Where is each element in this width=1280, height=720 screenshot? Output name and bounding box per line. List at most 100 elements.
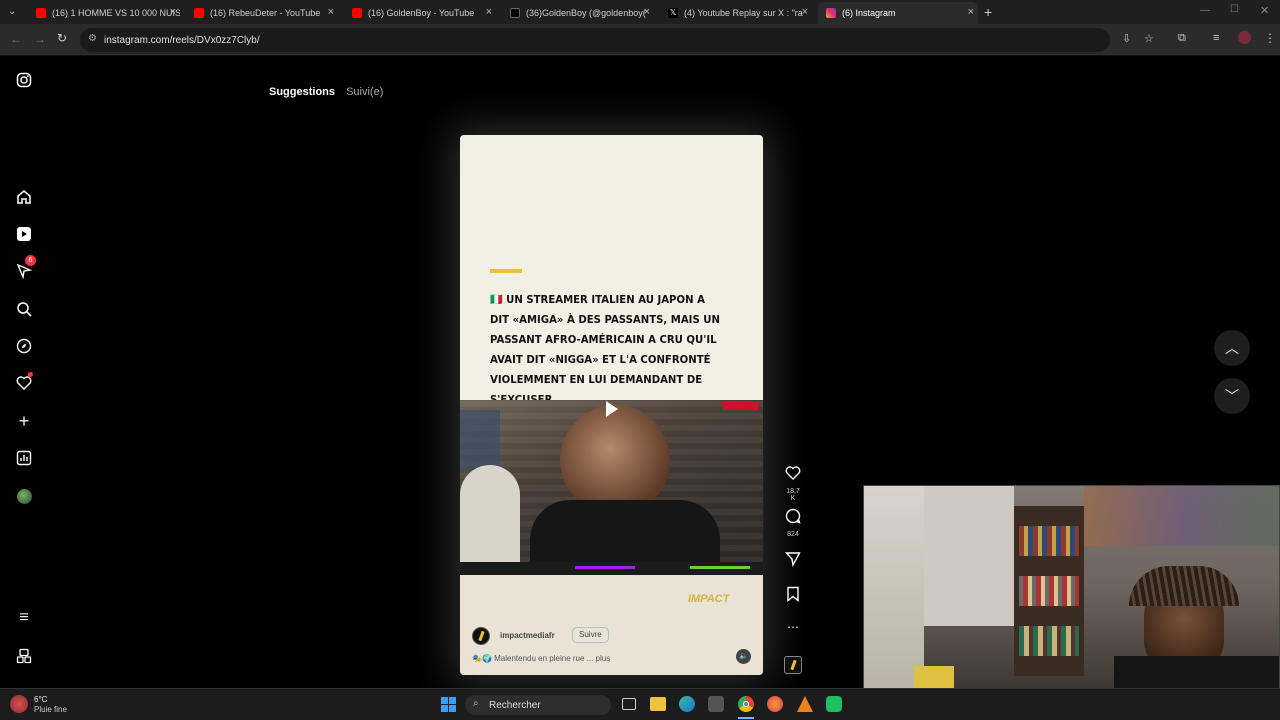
close-icon[interactable]: × xyxy=(968,6,974,18)
messages-icon[interactable]: 6 xyxy=(14,255,36,281)
streamer-head xyxy=(560,405,670,515)
search-label: Rechercher xyxy=(489,699,541,711)
instagram-logo-icon[interactable] xyxy=(14,70,34,90)
profile-avatar-icon[interactable] xyxy=(14,486,34,506)
extensions-icon[interactable]: ⧉ xyxy=(1178,32,1186,45)
curtain xyxy=(924,486,1014,626)
reel-caption[interactable]: 🎭🌍 Malentendu en pleine rue ... plus xyxy=(472,654,610,663)
comment-icon xyxy=(785,508,801,524)
home-icon[interactable] xyxy=(14,187,34,207)
instagram-icon xyxy=(826,8,836,18)
chrome-icon[interactable] xyxy=(738,696,754,712)
account-avatar[interactable] xyxy=(472,627,490,645)
tab-following[interactable]: Suivi(e) xyxy=(346,86,383,98)
url-text: instagram.com/reels/DVx0zz7Clyb/ xyxy=(104,34,260,46)
weather-description: Pluie fine xyxy=(34,705,67,714)
audio-thumbnail[interactable] xyxy=(783,656,803,674)
tab-title: (16) RebeuDeter - YouTube xyxy=(210,8,321,18)
tab-title: (6) Instagram xyxy=(842,8,896,18)
more-menu-icon[interactable]: ⋮ xyxy=(1264,31,1276,45)
meta-apps-icon[interactable] xyxy=(14,646,34,666)
wall-posters xyxy=(1084,486,1279,546)
dashboard-icon[interactable] xyxy=(14,448,34,468)
firefox-icon[interactable] xyxy=(767,696,783,712)
reels-icon[interactable] xyxy=(14,224,34,244)
taskbar-search[interactable]: ⌕ Rechercher xyxy=(465,695,611,715)
save-button[interactable] xyxy=(783,586,803,607)
url-field[interactable]: ⚙ instagram.com/reels/DVx0zz7Clyb/ xyxy=(80,28,1110,52)
notification-dot xyxy=(28,372,33,377)
bookmark-star-icon[interactable]: ☆ xyxy=(1144,32,1154,45)
tab-title: (16) GoldenBoy - YouTube xyxy=(368,8,475,18)
tab-suggestions[interactable]: Suggestions xyxy=(269,86,335,98)
browser-tab-6-active[interactable]: (6) Instagram × xyxy=(818,2,978,24)
minimize-button[interactable]: — xyxy=(1200,5,1210,16)
headline-accent-bar xyxy=(490,269,522,273)
maximize-button[interactable]: ☐ xyxy=(1230,4,1239,15)
mute-toggle-icon[interactable]: 🔈 xyxy=(736,649,751,664)
new-tab-button[interactable]: + xyxy=(984,4,992,20)
back-button[interactable]: ← xyxy=(10,32,22,46)
close-icon[interactable]: × xyxy=(486,6,492,18)
bookshelf xyxy=(1014,506,1084,676)
comment-count: 824 xyxy=(787,531,799,538)
create-plus-icon[interactable]: + xyxy=(14,411,34,431)
follow-button[interactable]: Suivre xyxy=(572,627,609,643)
windows-taskbar: 6°C Pluie fine ⌕ Rechercher xyxy=(0,688,1280,720)
tiktok-icon xyxy=(510,8,520,18)
streamer-shirt xyxy=(1114,656,1279,689)
next-reel-button[interactable]: ﹀ xyxy=(1214,378,1250,414)
more-options-button[interactable]: ⋯ xyxy=(783,620,803,634)
youtube-icon xyxy=(194,8,204,18)
close-icon[interactable]: × xyxy=(170,6,176,18)
notifications-heart-icon[interactable] xyxy=(14,372,34,393)
store-icon[interactable] xyxy=(708,696,724,712)
app-green-icon[interactable] xyxy=(826,696,842,712)
profile-avatar[interactable] xyxy=(1238,31,1251,44)
youtube-icon xyxy=(352,8,362,18)
comment-button[interactable]: 824 xyxy=(783,508,803,538)
media-controls-icon[interactable]: ≡ xyxy=(1213,32,1219,44)
close-icon[interactable]: × xyxy=(802,6,808,18)
close-window-button[interactable]: ✕ xyxy=(1260,4,1269,17)
feed-tabs: Suggestions Suivi(e) xyxy=(269,86,391,98)
browser-tab-1[interactable]: (16) 1 HOMME VS 10 000 NUIS × xyxy=(28,2,180,24)
vlc-icon[interactable] xyxy=(797,696,813,712)
impact-brand-logo: IMPACT xyxy=(688,593,730,605)
previous-reel-button[interactable]: ︿ xyxy=(1214,330,1250,366)
install-app-icon[interactable]: ⇩ xyxy=(1122,32,1131,45)
search-icon[interactable] xyxy=(14,299,34,319)
close-icon[interactable]: × xyxy=(644,6,650,18)
reel-video-frame xyxy=(460,400,763,575)
edge-icon[interactable] xyxy=(679,696,695,712)
like-count: 18,7 K xyxy=(786,488,800,502)
like-button[interactable]: 18,7 K xyxy=(783,465,803,502)
browser-tab-5[interactable]: 𝕏 (4) Youtube Replay sur X : "ra × xyxy=(660,2,812,24)
share-button[interactable] xyxy=(783,551,803,572)
desk-items xyxy=(914,666,954,689)
weather-icon[interactable] xyxy=(10,695,28,713)
streamer-hair xyxy=(1129,566,1239,606)
tab-search-icon[interactable]: ⌄ xyxy=(8,6,16,17)
browser-tab-4[interactable]: (36)GoldenBoy (@goldenboy( × xyxy=(502,2,654,24)
reload-button[interactable]: ↻ xyxy=(57,31,67,45)
task-view-icon[interactable] xyxy=(622,698,636,710)
site-info-icon[interactable]: ⚙ xyxy=(88,33,97,44)
webcam-overlay xyxy=(863,485,1280,690)
person-white-shirt xyxy=(460,465,520,575)
window-light xyxy=(864,486,924,689)
menu-hamburger-icon[interactable]: ≡ xyxy=(14,608,34,628)
file-explorer-icon[interactable] xyxy=(650,697,666,711)
close-icon[interactable]: × xyxy=(328,6,334,18)
play-icon[interactable] xyxy=(606,401,618,417)
browser-tab-2[interactable]: (16) RebeuDeter - YouTube × xyxy=(186,2,338,24)
browser-tab-3[interactable]: (16) GoldenBoy - YouTube × xyxy=(344,2,496,24)
notification-badge: 6 xyxy=(25,255,36,266)
overlay-progress-green xyxy=(690,566,750,569)
account-username[interactable]: impactmediafr xyxy=(500,631,555,640)
windows-start-icon[interactable] xyxy=(441,697,457,713)
explore-compass-icon[interactable] xyxy=(14,336,34,356)
live-badge xyxy=(723,402,759,410)
forward-button[interactable]: → xyxy=(34,32,46,46)
reel-video[interactable]: 🇮🇹 UN STREAMER ITALIEN AU JAPON A DIT «A… xyxy=(460,135,763,675)
